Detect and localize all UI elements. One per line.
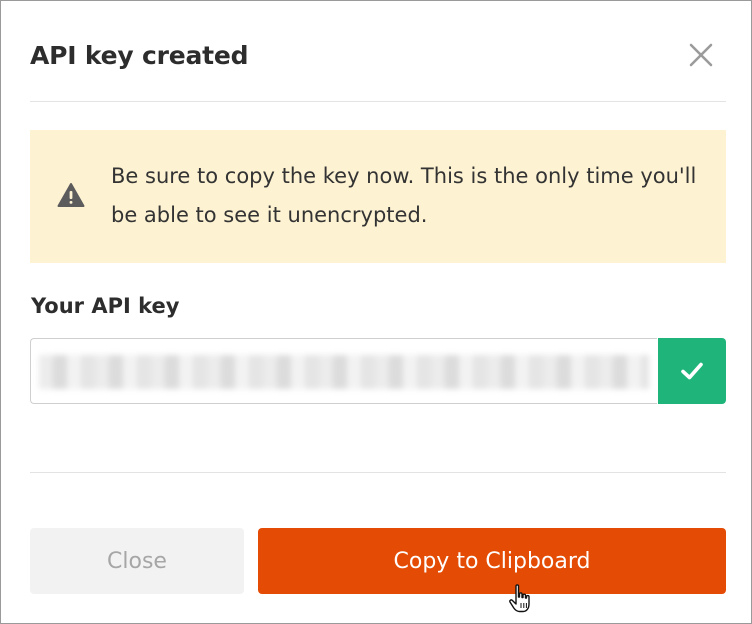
hand-pointer-icon <box>507 583 535 615</box>
warning-message: Be sure to copy the key now. This is the… <box>111 164 697 227</box>
dialog-title: API key created <box>30 41 249 70</box>
warning-triangle-icon <box>57 182 85 208</box>
warning-alert: Be sure to copy the key now. This is the… <box>30 130 726 263</box>
confirm-key-button[interactable] <box>658 338 726 404</box>
header-divider <box>30 101 726 102</box>
checkmark-icon <box>681 362 703 380</box>
footer-divider <box>30 472 726 473</box>
api-key-field[interactable] <box>30 338 657 404</box>
api-key-label: Your API key <box>31 294 180 318</box>
close-x-icon[interactable] <box>687 41 715 69</box>
api-key-dialog: API key created Be sure to copy the key … <box>0 0 752 624</box>
close-button[interactable]: Close <box>30 528 244 594</box>
redacted-key-value <box>39 355 649 389</box>
copy-to-clipboard-button[interactable]: Copy to Clipboard <box>258 528 726 594</box>
